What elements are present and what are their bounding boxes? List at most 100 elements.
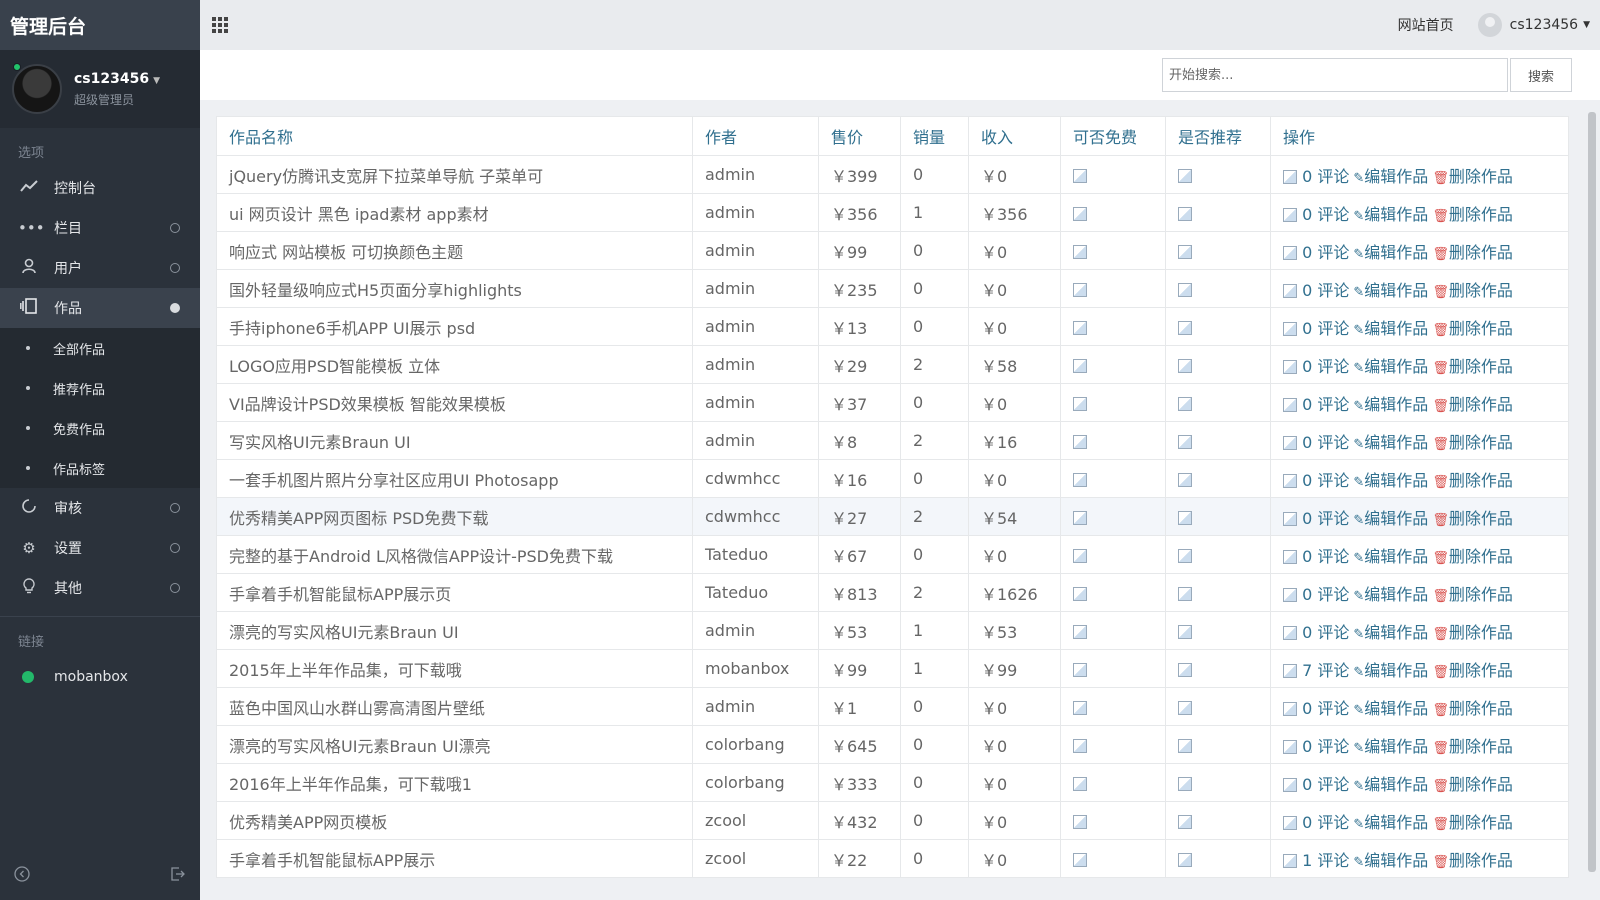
comment-count[interactable]: 0 (1302, 471, 1312, 490)
broken-image-icon[interactable] (1178, 396, 1192, 411)
edit-work-link[interactable]: 编辑作品 (1364, 319, 1428, 338)
sidebar-item-other[interactable]: 其他 (0, 568, 200, 608)
broken-image-icon[interactable] (1178, 244, 1192, 259)
comment-count[interactable]: 0 (1302, 585, 1312, 604)
delete-work-link[interactable]: 删除作品 (1449, 737, 1513, 756)
broken-image-icon[interactable] (1178, 282, 1192, 297)
comment-link[interactable]: 评论 (1317, 623, 1349, 642)
broken-image-icon[interactable] (1178, 206, 1192, 221)
column-header-name[interactable]: 作品名称 (216, 116, 693, 156)
edit-work-link[interactable]: 编辑作品 (1364, 471, 1428, 490)
delete-work-link[interactable]: 删除作品 (1449, 319, 1513, 338)
broken-image-icon[interactable] (1073, 206, 1087, 221)
comment-count[interactable]: 0 (1302, 281, 1312, 300)
delete-work-link[interactable]: 删除作品 (1449, 433, 1513, 452)
broken-image-icon[interactable] (1073, 776, 1087, 791)
broken-image-icon[interactable] (1073, 814, 1087, 829)
delete-work-link[interactable]: 删除作品 (1449, 205, 1513, 224)
collapse-sidebar-icon[interactable] (14, 866, 30, 886)
cell-work-name[interactable]: 手拿着手机智能鼠标APP展示页 (216, 573, 693, 612)
sidebar-item-users[interactable]: 用户 (0, 248, 200, 288)
chevron-down-icon[interactable]: ▼ (1583, 20, 1590, 30)
sidebar-item-review[interactable]: 审核 (0, 488, 200, 528)
comment-link[interactable]: 评论 (1317, 167, 1349, 186)
column-header-price[interactable]: 售价 (818, 116, 901, 156)
broken-image-icon[interactable] (1073, 396, 1087, 411)
edit-work-link[interactable]: 编辑作品 (1364, 357, 1428, 376)
comment-link[interactable]: 评论 (1317, 243, 1349, 262)
broken-image-icon[interactable] (1073, 586, 1087, 601)
edit-work-link[interactable]: 编辑作品 (1364, 509, 1428, 528)
broken-image-icon[interactable] (1178, 700, 1192, 715)
column-header-sales[interactable]: 销量 (900, 116, 969, 156)
comment-count[interactable]: 0 (1302, 167, 1312, 186)
edit-work-link[interactable]: 编辑作品 (1364, 205, 1428, 224)
comment-link[interactable]: 评论 (1317, 205, 1349, 224)
search-input[interactable] (1162, 58, 1508, 92)
sidebar-subitem-recommended[interactable]: 推荐作品 (0, 368, 200, 408)
sidebar-subitem-all-works[interactable]: 全部作品 (0, 328, 200, 368)
scrollbar-thumb[interactable] (1588, 112, 1596, 872)
comment-count[interactable]: 7 (1302, 661, 1312, 680)
comment-count[interactable]: 0 (1302, 395, 1312, 414)
comment-count[interactable]: 0 (1302, 433, 1312, 452)
comment-link[interactable]: 评论 (1317, 851, 1349, 870)
cell-work-name[interactable]: 国外轻量级响应式H5页面分享highlights (216, 269, 693, 308)
broken-image-icon[interactable] (1073, 852, 1087, 867)
cell-work-name[interactable]: 一套手机图片照片分享社区应用UI Photosapp (216, 459, 693, 498)
edit-work-link[interactable]: 编辑作品 (1364, 661, 1428, 680)
broken-image-icon[interactable] (1073, 662, 1087, 677)
broken-image-icon[interactable] (1073, 358, 1087, 373)
edit-work-link[interactable]: 编辑作品 (1364, 585, 1428, 604)
comment-link[interactable]: 评论 (1317, 471, 1349, 490)
comment-link[interactable]: 评论 (1317, 433, 1349, 452)
apps-grid-icon[interactable] (212, 17, 228, 33)
delete-work-link[interactable]: 删除作品 (1449, 471, 1513, 490)
comment-link[interactable]: 评论 (1317, 395, 1349, 414)
cell-work-name[interactable]: 手拿着手机智能鼠标APP展示 (216, 839, 693, 878)
comment-count[interactable]: 0 (1302, 243, 1312, 262)
delete-work-link[interactable]: 删除作品 (1449, 167, 1513, 186)
comment-link[interactable]: 评论 (1317, 775, 1349, 794)
cell-work-name[interactable]: 完整的基于Android L风格微信APP设计-PSD免费下载 (216, 535, 693, 574)
edit-work-link[interactable]: 编辑作品 (1364, 167, 1428, 186)
cell-work-name[interactable]: 漂亮的写实风格UI元素Braun UI漂亮 (216, 725, 693, 764)
comment-count[interactable]: 0 (1302, 813, 1312, 832)
scrollbar[interactable] (1588, 104, 1596, 900)
broken-image-icon[interactable] (1178, 776, 1192, 791)
sidebar-subitem-tags[interactable]: 作品标签 (0, 448, 200, 488)
broken-image-icon[interactable] (1178, 434, 1192, 449)
avatar[interactable] (1477, 13, 1502, 37)
column-header-author[interactable]: 作者 (692, 116, 819, 156)
sidebar-link-mobanbox[interactable]: mobanbox (0, 657, 200, 697)
delete-work-link[interactable]: 删除作品 (1449, 357, 1513, 376)
broken-image-icon[interactable] (1073, 738, 1087, 753)
broken-image-icon[interactable] (1178, 548, 1192, 563)
cell-work-name[interactable]: 2015年上半年作品集，可下载哦 (216, 649, 693, 688)
broken-image-icon[interactable] (1178, 320, 1192, 335)
column-header-recommend[interactable]: 是否推荐 (1165, 116, 1271, 156)
broken-image-icon[interactable] (1073, 282, 1087, 297)
delete-work-link[interactable]: 删除作品 (1449, 623, 1513, 642)
comment-link[interactable]: 评论 (1317, 699, 1349, 718)
broken-image-icon[interactable] (1178, 472, 1192, 487)
delete-work-link[interactable]: 删除作品 (1449, 661, 1513, 680)
comment-link[interactable]: 评论 (1317, 281, 1349, 300)
broken-image-icon[interactable] (1178, 358, 1192, 373)
comment-link[interactable]: 评论 (1317, 585, 1349, 604)
edit-work-link[interactable]: 编辑作品 (1364, 243, 1428, 262)
edit-work-link[interactable]: 编辑作品 (1364, 775, 1428, 794)
delete-work-link[interactable]: 删除作品 (1449, 585, 1513, 604)
broken-image-icon[interactable] (1073, 320, 1087, 335)
edit-work-link[interactable]: 编辑作品 (1364, 281, 1428, 300)
broken-image-icon[interactable] (1178, 814, 1192, 829)
comment-count[interactable]: 0 (1302, 509, 1312, 528)
logout-icon[interactable] (170, 866, 186, 886)
broken-image-icon[interactable] (1178, 624, 1192, 639)
edit-work-link[interactable]: 编辑作品 (1364, 547, 1428, 566)
broken-image-icon[interactable] (1178, 510, 1192, 525)
user-name[interactable]: cs123456 (74, 71, 149, 87)
delete-work-link[interactable]: 删除作品 (1449, 509, 1513, 528)
avatar[interactable] (12, 64, 62, 114)
cell-work-name[interactable]: 优秀精美APP网页图标 PSD免费下载 (216, 497, 693, 536)
